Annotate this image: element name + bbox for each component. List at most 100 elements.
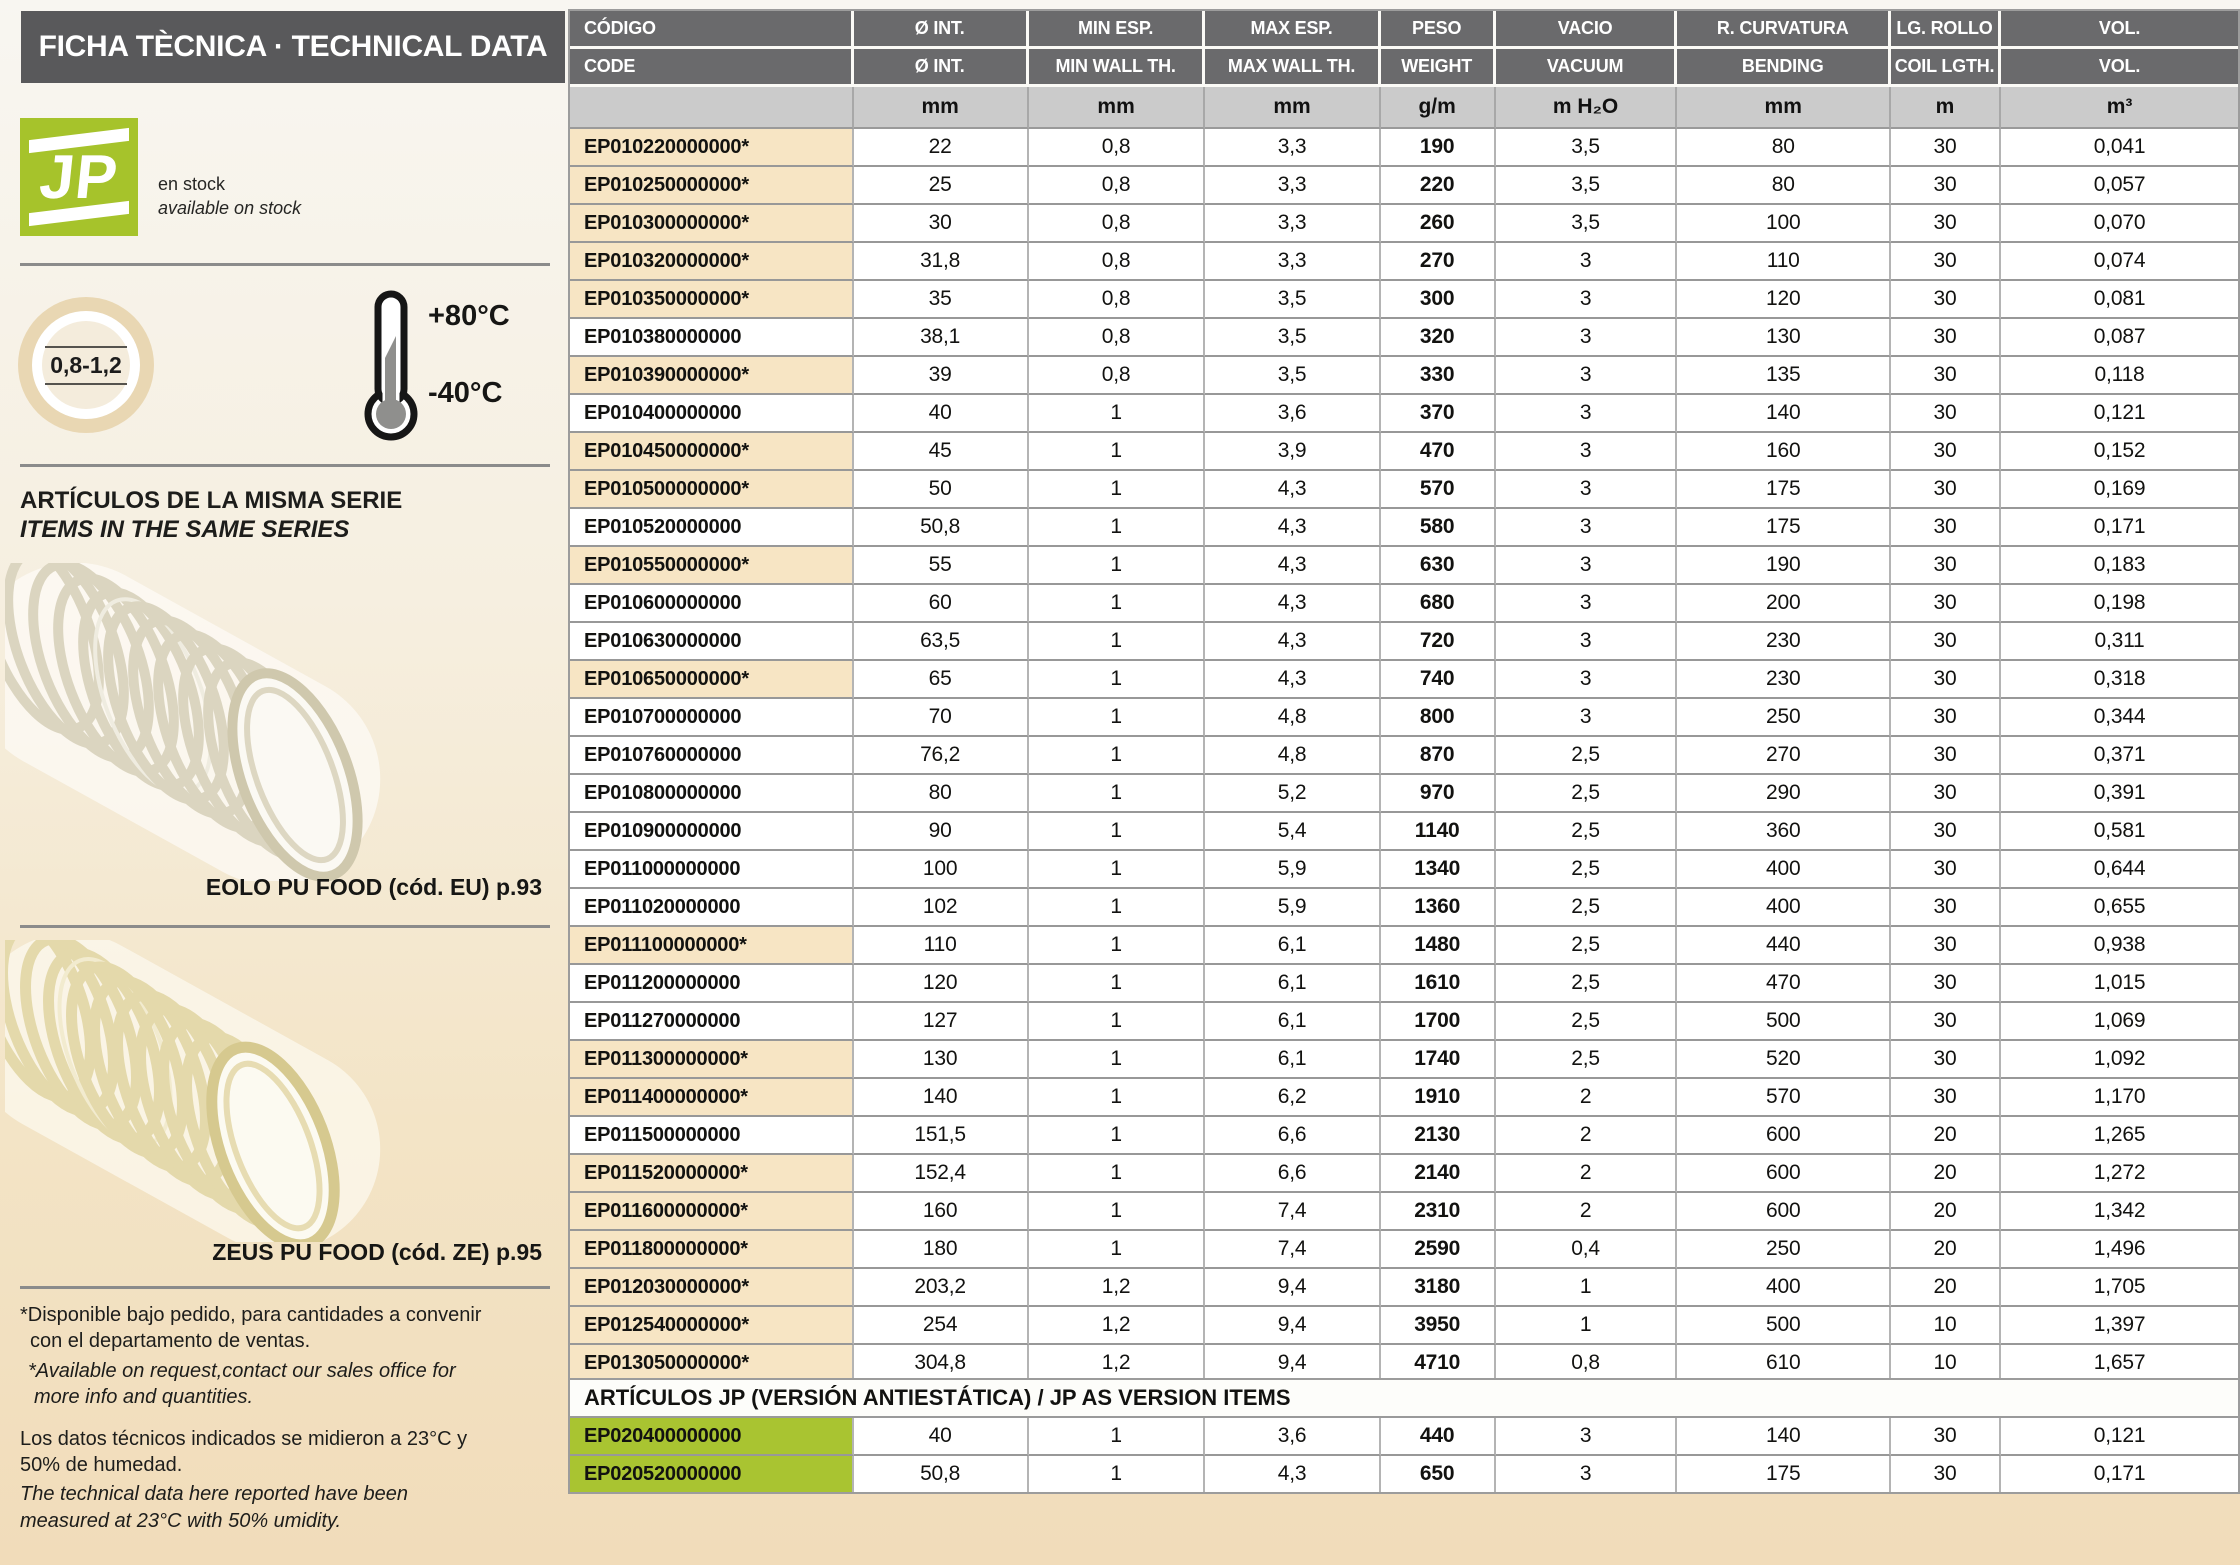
- value-cell: 1,069: [2001, 1003, 2238, 1041]
- table-row: EP010400000000 40 1 3,6 370 3 140 30 0,121: [570, 395, 2238, 433]
- value-cell: 3,6: [1205, 1418, 1381, 1456]
- value-cell: 1: [1028, 1041, 1206, 1079]
- code-cell: EP011800000000*: [570, 1231, 854, 1269]
- value-cell: 3: [1495, 1456, 1678, 1492]
- value-cell: 3: [1495, 471, 1678, 509]
- table-row: EP011800000000* 180 1 7,4 2590 0,4 250 20 1,496: [570, 1231, 2238, 1269]
- value-cell: 30: [1890, 813, 2002, 851]
- thermometer-icon: [364, 290, 418, 441]
- value-cell: 220: [1380, 167, 1496, 205]
- unit-cell: [570, 87, 854, 129]
- value-cell: 0,171: [2001, 509, 2238, 547]
- column-header: BENDING: [1677, 49, 1891, 87]
- value-cell: 151,5: [853, 1117, 1029, 1155]
- footnote-es: *Disponible bajo pedido, para cantidades…: [20, 1304, 482, 1353]
- value-cell: 1: [1028, 1079, 1206, 1117]
- code-cell: EP011200000000: [570, 965, 854, 1003]
- code-cell: EP010600000000: [570, 585, 854, 623]
- value-cell: 4,8: [1205, 699, 1381, 737]
- value-cell: 0,057: [2001, 167, 2238, 205]
- column-header: WEIGHT: [1380, 49, 1496, 87]
- value-cell: 20: [1890, 1193, 2002, 1231]
- value-cell: 30: [1890, 699, 2002, 737]
- code-cell: EP010400000000: [570, 395, 854, 433]
- value-cell: 1: [1028, 1418, 1206, 1456]
- value-cell: 254: [853, 1307, 1029, 1345]
- value-cell: 160: [1677, 433, 1891, 471]
- hose-cross-section-icon: 0,8-1,2: [18, 297, 154, 433]
- value-cell: 0,8: [1028, 281, 1206, 319]
- column-header: VACIO: [1495, 11, 1678, 49]
- value-cell: 400: [1677, 889, 1891, 927]
- value-cell: 6,1: [1205, 927, 1381, 965]
- column-header: R. CURVATURA: [1677, 11, 1891, 49]
- value-cell: 30: [1890, 471, 2002, 509]
- code-cell: EP010380000000: [570, 319, 854, 357]
- divider: [20, 263, 550, 266]
- value-cell: 0,581: [2001, 813, 2238, 851]
- value-cell: 1: [1028, 1003, 1206, 1041]
- value-cell: 570: [1677, 1079, 1891, 1117]
- table-row: EP020400000000 40 1 3,6 440 3 140 30 0,121: [570, 1418, 2238, 1456]
- value-cell: 30: [1890, 851, 2002, 889]
- value-cell: 120: [1677, 281, 1891, 319]
- value-cell: 3,3: [1205, 205, 1381, 243]
- hose-photo-zeus: [5, 940, 381, 1242]
- value-cell: 360: [1677, 813, 1891, 851]
- table-row: EP010220000000* 22 0,8 3,3 190 3,5 80 30 0,041: [570, 129, 2238, 167]
- value-cell: 4,3: [1205, 471, 1381, 509]
- value-cell: 0,087: [2001, 319, 2238, 357]
- value-cell: 0,183: [2001, 547, 2238, 585]
- value-cell: 0,8: [1028, 319, 1206, 357]
- value-cell: 30: [1890, 129, 2002, 167]
- value-cell: 1: [1028, 1155, 1206, 1193]
- value-cell: 304,8: [853, 1345, 1029, 1381]
- value-cell: 2: [1495, 1155, 1678, 1193]
- code-cell: EP013050000000*: [570, 1345, 854, 1381]
- value-cell: 203,2: [853, 1269, 1029, 1307]
- value-cell: 35: [853, 281, 1029, 319]
- table-row: EP012540000000* 254 1,2 9,4 3950 1 500 10 1,397: [570, 1307, 2238, 1345]
- value-cell: 1,265: [2001, 1117, 2238, 1155]
- value-cell: 1,397: [2001, 1307, 2238, 1345]
- value-cell: 0,8: [1495, 1345, 1678, 1381]
- value-cell: 30: [1890, 775, 2002, 813]
- value-cell: 152,4: [853, 1155, 1029, 1193]
- value-cell: 0,070: [2001, 205, 2238, 243]
- temperature-min: -40°C: [428, 377, 503, 409]
- value-cell: 1340: [1380, 851, 1496, 889]
- table-row: EP010380000000 38,1 0,8 3,5 320 3 130 30 0,087: [570, 319, 2238, 357]
- code-cell: EP010700000000: [570, 699, 854, 737]
- code-cell: EP010800000000: [570, 775, 854, 813]
- value-cell: 5,2: [1205, 775, 1381, 813]
- value-cell: 45: [853, 433, 1029, 471]
- value-cell: 1740: [1380, 1041, 1496, 1079]
- value-cell: 1,342: [2001, 1193, 2238, 1231]
- value-cell: 127: [853, 1003, 1029, 1041]
- unit-cell: m H₂O: [1495, 87, 1678, 129]
- value-cell: 160: [853, 1193, 1029, 1231]
- value-cell: 10: [1890, 1345, 2002, 1381]
- value-cell: 230: [1677, 661, 1891, 699]
- value-cell: 3,5: [1495, 167, 1678, 205]
- value-cell: 4,3: [1205, 661, 1381, 699]
- value-cell: 2: [1495, 1193, 1678, 1231]
- value-cell: 4,3: [1205, 547, 1381, 585]
- code-cell: EP011300000000*: [570, 1041, 854, 1079]
- code-cell: EP011000000000: [570, 851, 854, 889]
- value-cell: 1: [1028, 1456, 1206, 1492]
- value-cell: 1: [1028, 1117, 1206, 1155]
- value-cell: 9,4: [1205, 1269, 1381, 1307]
- value-cell: 3: [1495, 357, 1678, 395]
- value-cell: 80: [853, 775, 1029, 813]
- value-cell: 1: [1028, 395, 1206, 433]
- value-cell: 1,2: [1028, 1269, 1206, 1307]
- value-cell: 0,121: [2001, 395, 2238, 433]
- as-version-table-wrap: ARTÍCULOS JP (VERSIÓN ANTIESTÁTICA) / JP…: [568, 1378, 2240, 1494]
- code-cell: EP010500000000*: [570, 471, 854, 509]
- value-cell: 2,5: [1495, 1041, 1678, 1079]
- code-cell: EP011020000000: [570, 889, 854, 927]
- value-cell: 0,344: [2001, 699, 2238, 737]
- value-cell: 9,4: [1205, 1307, 1381, 1345]
- table-row: EP010800000000 80 1 5,2 970 2,5 290 30 0,391: [570, 775, 2238, 813]
